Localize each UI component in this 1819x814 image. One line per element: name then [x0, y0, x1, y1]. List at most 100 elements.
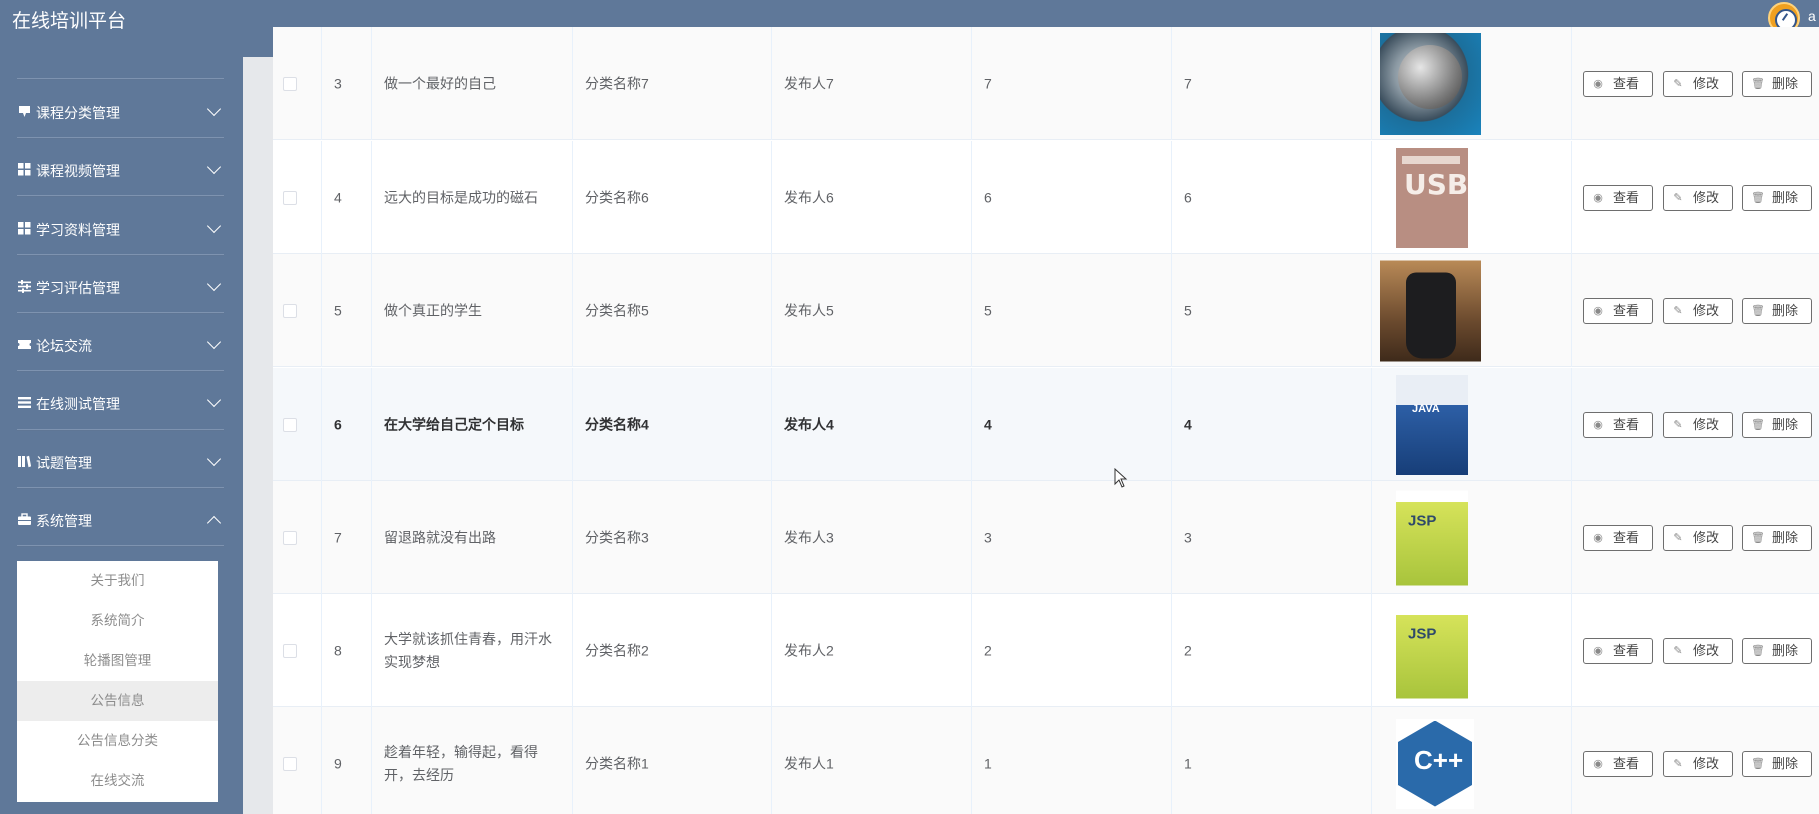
edit-button[interactable]: ✎ 修改: [1663, 750, 1733, 777]
sidebar-divider: [17, 487, 224, 489]
eye-icon: ◉: [1593, 304, 1603, 317]
submenu-item-announcements[interactable]: 公告信息: [17, 681, 218, 721]
row-checkbox[interactable]: [283, 756, 297, 771]
sidebar-divider: [17, 78, 224, 80]
edit-button[interactable]: ✎ 修改: [1663, 524, 1733, 551]
delete-button[interactable]: 🗑 删除: [1742, 297, 1812, 324]
edit-button[interactable]: ✎ 修改: [1663, 70, 1733, 97]
delete-button[interactable]: 🗑 删除: [1742, 184, 1812, 211]
row-count-2: 1: [1184, 755, 1192, 771]
row-publisher: 发布人1: [784, 755, 834, 771]
cpp-logo-image: [1396, 718, 1474, 809]
sidebar-item-label: 学习评估管理: [36, 280, 120, 296]
row-index: 8: [334, 642, 342, 658]
content-gutter: [243, 57, 273, 814]
sidebar-item-forum[interactable]: 论坛交流: [0, 325, 243, 365]
row-category: 分类名称5: [585, 302, 649, 318]
sidebar-item-label: 课程视频管理: [36, 163, 120, 179]
view-button[interactable]: ◉ 查看: [1583, 750, 1653, 777]
sidebar-item-label: 论坛交流: [36, 338, 92, 354]
row-count-2: 5: [1184, 302, 1192, 318]
submenu-item-carousel[interactable]: 轮播图管理: [17, 641, 218, 681]
chevron-down-icon: [206, 334, 222, 350]
row-count-2: 6: [1184, 189, 1192, 205]
row-title: 远大的目标是成功的磁石: [384, 189, 538, 205]
eye-icon: ◉: [1593, 531, 1603, 544]
sidebar-divider: [17, 312, 224, 314]
row-category: 分类名称6: [585, 189, 649, 205]
jsp-book-image: [1396, 603, 1468, 698]
view-button[interactable]: ◉ 查看: [1583, 524, 1653, 551]
chevron-down-icon: [206, 276, 222, 292]
submenu-item-announcement-category[interactable]: 公告信息分类: [17, 721, 218, 761]
pencil-icon: ✎: [1673, 644, 1683, 657]
system-submenu: 关于我们 系统简介 轮播图管理 公告信息 公告信息分类 在线交流: [17, 561, 218, 802]
row-count-1: 7: [984, 75, 992, 91]
pencil-icon: ✎: [1673, 757, 1683, 770]
row-title: 大学就该抓住青春，用汗水实现梦想: [384, 630, 552, 670]
table-row: 5 做个真正的学生 分类名称5 发布人5 5 5 ◉ 查看 ✎ 修改 🗑 删除: [273, 254, 1819, 367]
sidebar-item-study-assessment[interactable]: 学习评估管理: [0, 267, 243, 307]
view-button[interactable]: ◉ 查看: [1583, 70, 1653, 97]
sidebar-item-label: 试题管理: [36, 455, 92, 471]
chevron-down-icon: [206, 159, 222, 175]
trash-icon: 🗑: [1751, 77, 1765, 90]
edit-button[interactable]: ✎ 修改: [1663, 637, 1733, 664]
table-row: 8 大学就该抓住青春，用汗水实现梦想 分类名称2 发布人2 2 2 ◉查看 ✎修…: [273, 594, 1819, 707]
row-category: 分类名称1: [585, 755, 649, 771]
view-button[interactable]: ◉ 查看: [1583, 411, 1653, 438]
table-row: 3 做一个最好的自己 分类名称7 发布人7 7 7 ◉ 查看 ✎ 修改 🗑 删除: [273, 27, 1819, 140]
eye-icon: ◉: [1593, 644, 1603, 657]
table-row: 6 在大学给自己定个目标 分类名称4 发布人4 4 4 ◉查看 ✎修改 🗑删除: [273, 368, 1819, 481]
view-button[interactable]: ◉ 查看: [1583, 637, 1653, 664]
trash-icon: 🗑: [1751, 531, 1765, 544]
row-title: 留退路就没有出路: [384, 529, 496, 545]
row-index: 3: [334, 75, 342, 91]
row-title: 做一个最好的自己: [384, 75, 496, 91]
sidebar-item-system[interactable]: 系统管理: [0, 500, 243, 540]
sidebar-item-question-bank[interactable]: 试题管理: [0, 442, 243, 482]
row-count-1: 4: [984, 416, 992, 432]
java-book-image: [1396, 374, 1468, 475]
sidebar-divider: [17, 195, 224, 197]
table-row: 9 趁着年轻，输得起，看得开，去经历 分类名称1 发布人1 1 1 ◉查看 ✎修…: [273, 707, 1819, 814]
delete-button[interactable]: 🗑 删除: [1742, 524, 1812, 551]
row-checkbox[interactable]: [283, 643, 297, 658]
sidebar-item-course-video[interactable]: 课程视频管理: [0, 150, 243, 190]
delete-button[interactable]: 🗑 删除: [1742, 411, 1812, 438]
username-label[interactable]: a: [1808, 8, 1816, 24]
delete-button[interactable]: 🗑 删除: [1742, 70, 1812, 97]
view-button[interactable]: ◉ 查看: [1583, 297, 1653, 324]
row-publisher: 发布人7: [784, 75, 834, 91]
briefcase-icon: [18, 513, 31, 525]
sidebar-item-course-category[interactable]: 课程分类管理: [0, 92, 243, 132]
row-count-1: 3: [984, 529, 992, 545]
eye-icon: ◉: [1593, 191, 1603, 204]
row-checkbox[interactable]: [283, 190, 297, 205]
view-button[interactable]: ◉ 查看: [1583, 184, 1653, 211]
row-checkbox[interactable]: [283, 76, 297, 91]
row-publisher: 发布人2: [784, 642, 834, 658]
eye-icon: ◉: [1593, 418, 1603, 431]
sidebar-divider: [17, 370, 224, 372]
submenu-item-system-intro[interactable]: 系统简介: [17, 601, 218, 641]
chevron-down-icon: [206, 218, 222, 234]
row-checkbox[interactable]: [283, 303, 297, 318]
row-count-1: 6: [984, 189, 992, 205]
edit-button[interactable]: ✎ 修改: [1663, 297, 1733, 324]
submenu-item-online-chat[interactable]: 在线交流: [17, 761, 218, 801]
edit-button[interactable]: ✎ 修改: [1663, 411, 1733, 438]
sidebar-divider: [17, 137, 224, 139]
edit-button[interactable]: ✎ 修改: [1663, 184, 1733, 211]
chevron-up-icon: [206, 515, 222, 531]
row-checkbox[interactable]: [283, 530, 297, 545]
delete-button[interactable]: 🗑 删除: [1742, 750, 1812, 777]
row-category: 分类名称4: [585, 416, 649, 432]
sidebar-item-online-test[interactable]: 在线测试管理: [0, 383, 243, 423]
row-checkbox[interactable]: [283, 417, 297, 432]
submenu-item-about[interactable]: 关于我们: [17, 561, 218, 601]
delete-button[interactable]: 🗑 删除: [1742, 637, 1812, 664]
sidebar-item-study-material[interactable]: 学习资料管理: [0, 209, 243, 249]
trash-icon: 🗑: [1751, 304, 1765, 317]
jsp-book-image: [1396, 490, 1468, 585]
